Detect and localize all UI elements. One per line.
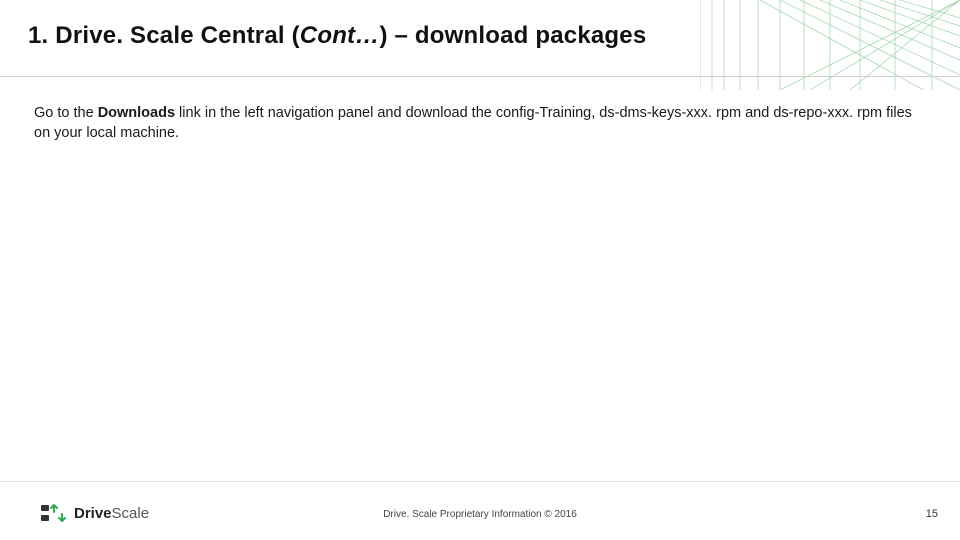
body-text: Go to the Downloads link in the left nav… — [34, 104, 920, 143]
slide: 1. Drive. Scale Central (Cont…) – downlo… — [0, 0, 960, 540]
body-bold: Downloads — [98, 105, 175, 121]
slide-title-wrap: 1. Drive. Scale Central (Cont…) – downlo… — [28, 22, 940, 50]
slide-title: 1. Drive. Scale Central (Cont…) – downlo… — [28, 22, 940, 50]
title-suffix: ) – download packages — [379, 22, 646, 49]
copyright: Drive. Scale Proprietary Information © 2… — [0, 509, 960, 520]
title-divider — [0, 76, 960, 77]
page-number: 15 — [926, 508, 938, 520]
footer: DriveScale Drive. Scale Proprietary Info… — [0, 482, 960, 540]
title-prefix: 1. Drive. Scale Central ( — [28, 22, 300, 49]
body-t1: Go to the — [34, 105, 98, 121]
title-cont: Cont… — [300, 22, 380, 49]
